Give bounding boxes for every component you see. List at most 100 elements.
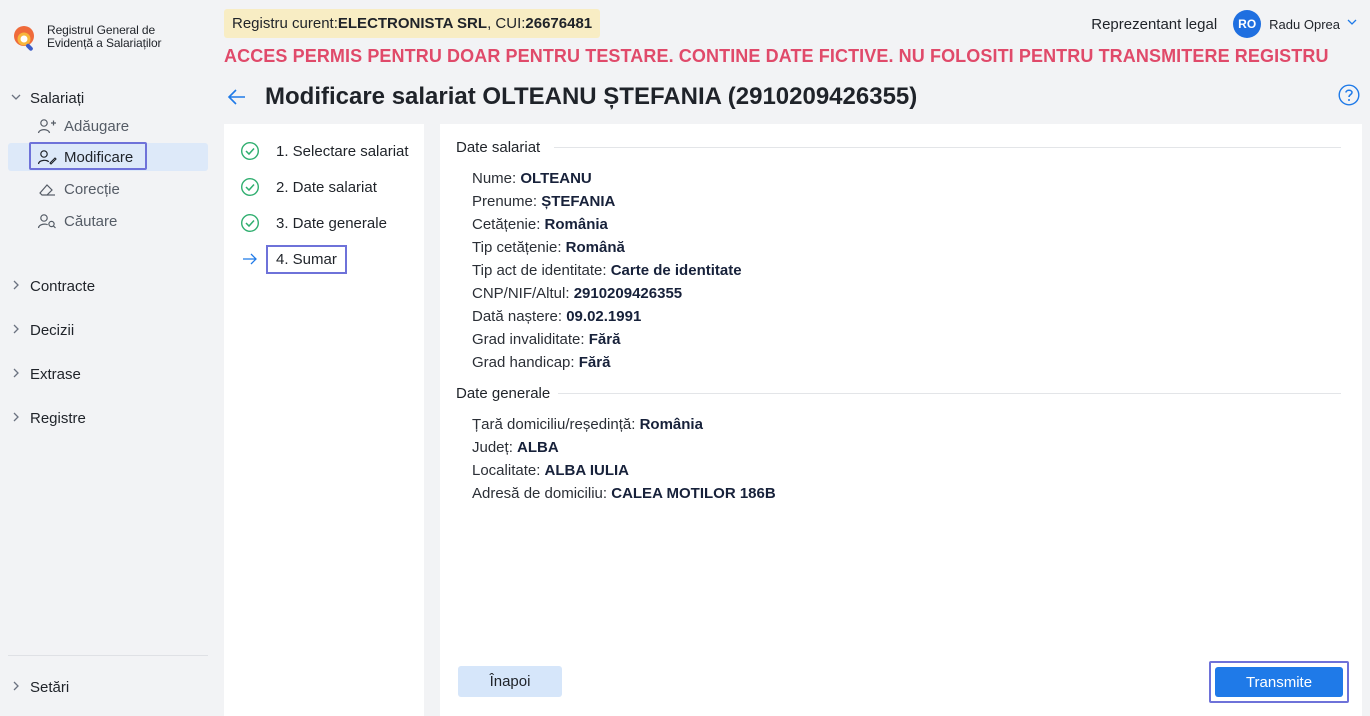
nav-group-extrase[interactable]: Extrase xyxy=(8,361,208,387)
check-circle-icon xyxy=(240,213,260,233)
nav-group-decizii[interactable]: Decizii xyxy=(8,317,208,343)
nav-group-label: Salariați xyxy=(30,89,85,107)
nav-group-registre[interactable]: Registre xyxy=(8,405,208,431)
sidebar-item-adaugare[interactable]: Adăugare xyxy=(8,112,208,140)
sidebar: Registrul General de Evidență a Salariaț… xyxy=(0,0,216,716)
step-label: 2. Date salariat xyxy=(276,178,377,196)
field-label: CNP/NIF/Altul: xyxy=(472,285,574,302)
nav-group-label: Decizii xyxy=(30,321,75,339)
step-date-salariat[interactable]: 2. Date salariat xyxy=(240,176,377,198)
field-value: 09.02.1991 xyxy=(566,308,642,325)
back-button[interactable]: Înapoi xyxy=(458,666,562,697)
field-value: România xyxy=(544,216,608,233)
eraser-icon xyxy=(36,180,58,198)
submit-button[interactable]: Transmite xyxy=(1215,667,1343,697)
chevron-right-icon xyxy=(10,323,30,338)
section-divider xyxy=(558,393,1341,394)
section-title-date-salariat: Date salariat xyxy=(456,139,541,156)
nav-group-label: Registre xyxy=(30,409,86,427)
sidebar-divider xyxy=(8,655,208,656)
field-value: ALBA IULIA xyxy=(544,462,629,479)
field-nume: Nume: OLTEANU xyxy=(472,170,592,187)
field-grad-invaliditate: Grad invaliditate: Fără xyxy=(472,331,620,348)
summary-panel: Date salariat Nume: OLTEANU Prenume: ȘTE… xyxy=(440,124,1362,716)
field-label: Localitate: xyxy=(472,462,545,479)
test-warning-banner: ACCES PERMIS PENTRU DOAR PENTRU TESTARE.… xyxy=(224,46,1329,66)
chevron-right-icon xyxy=(10,367,30,382)
registry-prefix: Registru curent: xyxy=(232,15,338,32)
step-label: 3. Date generale xyxy=(276,214,387,232)
step-date-generale[interactable]: 3. Date generale xyxy=(240,212,387,234)
user-menu[interactable]: Reprezentant legal RO Radu Oprea xyxy=(1091,10,1358,38)
user-name[interactable]: Radu Oprea xyxy=(1269,17,1340,32)
nav-group-label: Extrase xyxy=(30,365,81,383)
submit-focus-outline: Transmite xyxy=(1209,661,1349,703)
field-label: Grad handicap: xyxy=(472,354,579,371)
nav-group-label: Setări xyxy=(30,678,70,696)
field-label: Tip act de identitate: xyxy=(472,262,611,279)
avatar[interactable]: RO xyxy=(1233,10,1262,38)
field-prenume: Prenume: ȘTEFANIA xyxy=(472,193,615,210)
field-value: OLTEANU xyxy=(520,170,592,187)
chevron-down-icon[interactable] xyxy=(1346,15,1358,33)
field-value: ȘTEFANIA xyxy=(541,193,616,210)
section-divider xyxy=(554,147,1341,148)
chevron-right-icon xyxy=(10,411,30,426)
field-value: CALEA MOTILOR 186B xyxy=(611,485,776,502)
logo-line-2: Evidență a Salariaților xyxy=(47,36,162,50)
chevron-right-icon xyxy=(10,680,30,695)
field-label: Cetățenie: xyxy=(472,216,545,233)
field-label: Țară domiciliu/reședință: xyxy=(472,416,640,433)
field-judet: Județ: ALBA xyxy=(472,439,559,456)
logo-icon xyxy=(12,24,40,52)
field-value: 2910209426355 xyxy=(573,285,683,302)
sidebar-item-label: Adăugare xyxy=(64,117,130,135)
current-registry-badge: Registru curent: ELECTRONISTA SRL , CUI:… xyxy=(224,9,601,38)
field-cetatenie: Cetățenie: România xyxy=(472,216,608,233)
field-label: Adresă de domiciliu: xyxy=(472,485,612,502)
field-value: ALBA xyxy=(517,439,559,456)
sidebar-item-cautare[interactable]: Căutare xyxy=(8,207,208,235)
user-add-icon xyxy=(36,117,58,135)
field-label: Prenume: xyxy=(472,193,542,210)
registry-cui: 26676481 xyxy=(525,15,593,32)
step-sumar[interactable]: 4. Sumar xyxy=(240,244,347,274)
field-tara-domiciliu: Țară domiciliu/reședință: România xyxy=(472,416,703,433)
field-label: Județ: xyxy=(472,439,518,456)
sidebar-item-modificare[interactable]: Modificare xyxy=(8,142,208,171)
field-data-nastere: Dată naștere: 09.02.1991 xyxy=(472,308,641,325)
field-label: Dată naștere: xyxy=(472,308,567,325)
cui-prefix: , CUI: xyxy=(487,15,526,32)
step-label: 1. Selectare salariat xyxy=(276,142,409,160)
field-label: Grad invaliditate: xyxy=(472,331,589,348)
nav-group-label: Contracte xyxy=(30,277,96,295)
nav-group-contracte[interactable]: Contracte xyxy=(8,273,208,299)
user-role: Reprezentant legal xyxy=(1091,15,1218,33)
sidebar-item-label: Corecție xyxy=(64,180,120,198)
nav-group-salariati[interactable]: Salariați xyxy=(8,85,208,111)
field-value: Fără xyxy=(588,331,621,348)
field-tip-act-identitate: Tip act de identitate: Carte de identita… xyxy=(472,262,742,279)
help-icon[interactable] xyxy=(1338,84,1360,106)
field-value: Fără xyxy=(578,354,611,371)
page-title: Modificare salariat OLTEANU ȘTEFANIA (29… xyxy=(265,83,918,110)
field-grad-handicap: Grad handicap: Fără xyxy=(472,354,610,371)
check-circle-icon xyxy=(240,141,260,161)
user-search-icon xyxy=(36,212,58,230)
logo-text: Registrul General de Evidență a Salariaț… xyxy=(47,24,162,50)
field-value: Română xyxy=(565,239,625,256)
field-label: Nume: xyxy=(472,170,521,187)
back-arrow-icon[interactable] xyxy=(226,86,248,108)
step-selectare-salariat[interactable]: 1. Selectare salariat xyxy=(240,140,409,162)
chevron-down-icon xyxy=(10,91,30,106)
app-logo[interactable]: Registrul General de Evidență a Salariaț… xyxy=(12,24,162,52)
field-value: România xyxy=(639,416,703,433)
arrow-right-icon xyxy=(240,249,260,269)
chevron-right-icon xyxy=(10,279,30,294)
sidebar-item-corectie[interactable]: Corecție xyxy=(8,175,208,203)
step-label: 4. Sumar xyxy=(266,244,347,274)
nav-group-setari[interactable]: Setări xyxy=(8,674,208,700)
field-adresa-domiciliu: Adresă de domiciliu: CALEA MOTILOR 186B xyxy=(472,485,776,502)
wizard-steps: 1. Selectare salariat 2. Date salariat 3… xyxy=(224,124,424,716)
field-value: Carte de identitate xyxy=(610,262,742,279)
